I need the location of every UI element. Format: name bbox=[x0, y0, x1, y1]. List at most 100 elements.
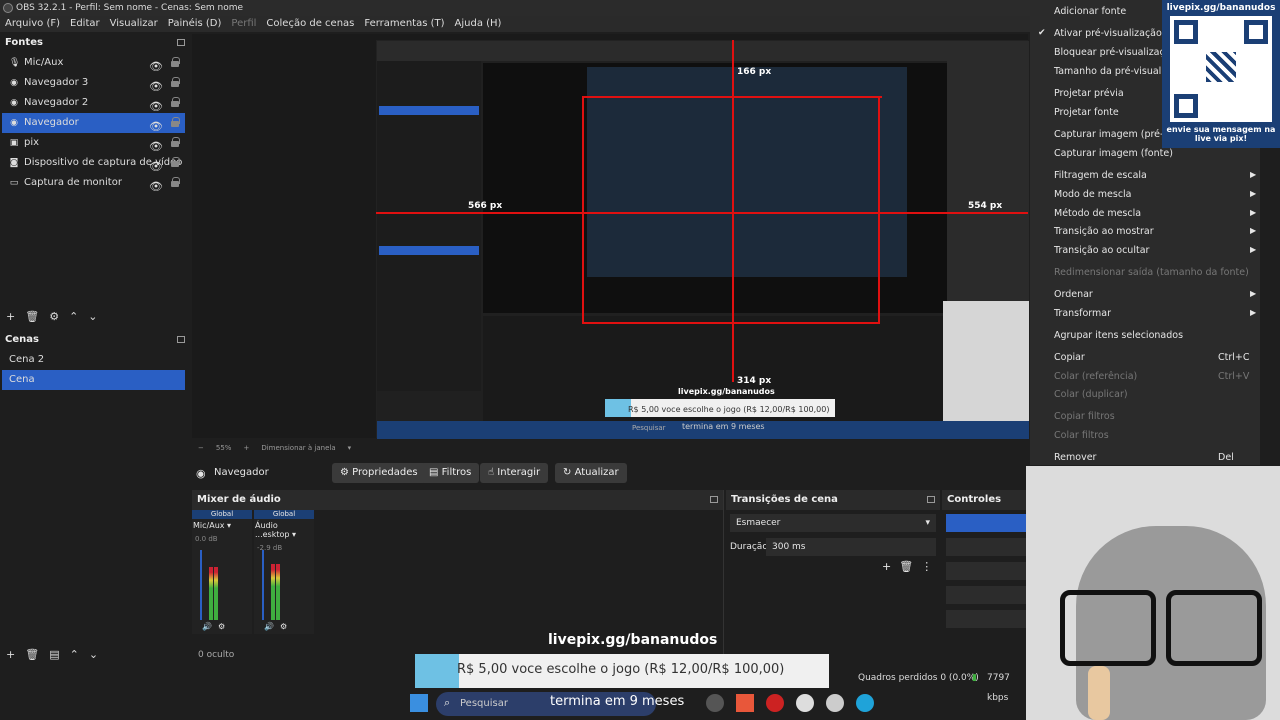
lock-icon[interactable] bbox=[171, 177, 180, 187]
px-label-top: 166 px bbox=[737, 67, 772, 77]
volume-slider[interactable] bbox=[262, 550, 264, 620]
menu-show-transition[interactable]: Transição ao mostrar ▶ bbox=[1054, 226, 1256, 237]
menu-edit[interactable]: Editar bbox=[65, 16, 105, 32]
menu-order[interactable]: Ordenar ▶ bbox=[1054, 289, 1256, 300]
remove-source-button[interactable]: 🗑 bbox=[25, 310, 39, 323]
scene-up-button[interactable]: ⌃ bbox=[70, 648, 79, 661]
menu-transform[interactable]: Transformar ▶ bbox=[1054, 308, 1256, 319]
hidden-count[interactable]: 0 oculto bbox=[198, 650, 234, 660]
undock-icon[interactable] bbox=[710, 496, 718, 503]
scene-filters-button[interactable]: ▤ bbox=[49, 648, 59, 661]
zoom-dropdown-icon[interactable]: ▾ bbox=[348, 444, 352, 456]
refresh-button[interactable]: ↻ Atualizar bbox=[555, 463, 627, 483]
source-item-mic-aux[interactable]: 🎙 Mic/Aux 👁 bbox=[2, 53, 185, 73]
app-icon[interactable] bbox=[766, 694, 784, 712]
scene-item-cena-2[interactable]: Cena 2 bbox=[2, 350, 185, 370]
menu-remove[interactable]: Remover bbox=[1054, 452, 1096, 463]
source-item-navegador[interactable]: ◉ Navegador 👁 bbox=[2, 113, 185, 133]
menu-scene-collection[interactable]: Coleção de cenas bbox=[261, 16, 359, 32]
channel-settings-icon[interactable]: ⚙ bbox=[218, 622, 225, 631]
mixer-channel-desktop: Global Áudio ...esktop ▾ -2.9 dB 🔊 ⚙ bbox=[254, 510, 314, 634]
lock-icon[interactable] bbox=[171, 117, 180, 127]
studio-mode-button[interactable] bbox=[946, 586, 1028, 604]
filters-button[interactable]: ▤ Filtros bbox=[421, 463, 480, 483]
start-streaming-button[interactable] bbox=[946, 514, 1028, 532]
remove-scene-button[interactable]: 🗑 bbox=[25, 648, 39, 661]
zoom-out-button[interactable]: − bbox=[198, 444, 204, 456]
menu-screenshot-source[interactable]: Capturar imagem (fonte) bbox=[1054, 148, 1173, 159]
channel-name[interactable]: Áudio ...esktop ▾ bbox=[254, 521, 314, 539]
undock-icon[interactable] bbox=[177, 39, 185, 46]
channel-tag: Global bbox=[192, 510, 252, 519]
menu-help[interactable]: Ajuda (H) bbox=[450, 16, 507, 32]
menu-group-selected[interactable]: Agrupar itens selecionados bbox=[1054, 330, 1183, 341]
menu-hide-transition[interactable]: Transição ao ocultar ▶ bbox=[1054, 245, 1256, 256]
source-item-pix[interactable]: ▣ pix 👁 bbox=[2, 133, 185, 153]
edge-icon[interactable] bbox=[856, 694, 874, 712]
menu-add-source[interactable]: Adicionar fonte bbox=[1054, 6, 1126, 17]
menu-copy[interactable]: Copiar bbox=[1054, 352, 1085, 363]
virtual-camera-button[interactable] bbox=[946, 562, 1028, 580]
lock-icon[interactable] bbox=[171, 137, 180, 147]
source-item-video-capture[interactable]: ◙ Dispositivo de captura de vídeo 👁 bbox=[2, 153, 185, 173]
undock-icon[interactable] bbox=[177, 336, 185, 343]
menu-blend-mode[interactable]: Modo de mescla ▶ bbox=[1054, 189, 1256, 200]
channel-name-label: Mic/Aux bbox=[193, 521, 225, 530]
menu-profile[interactable]: Perfil bbox=[226, 16, 261, 32]
menu-docks[interactable]: Painéis (D) bbox=[163, 16, 227, 32]
start-recording-button[interactable] bbox=[946, 538, 1028, 556]
channel-settings-icon[interactable]: ⚙ bbox=[280, 622, 287, 631]
volume-slider[interactable] bbox=[200, 550, 202, 620]
move-up-button[interactable]: ⌃ bbox=[69, 310, 78, 323]
shortcut-remove: Del bbox=[1218, 452, 1234, 463]
menu-enable-preview[interactable]: Ativar pré-visualização bbox=[1054, 28, 1162, 39]
duration-input[interactable]: 300 ms bbox=[766, 538, 936, 556]
menu-tools[interactable]: Ferramentas (T) bbox=[359, 16, 449, 32]
menu-view[interactable]: Visualizar bbox=[105, 16, 163, 32]
source-label: Navegador 2 bbox=[24, 97, 89, 108]
menu-scale-filtering[interactable]: Filtragem de escala ▶ bbox=[1054, 170, 1256, 181]
transition-menu-button[interactable]: ⋮ bbox=[921, 560, 932, 573]
scene-down-button[interactable]: ⌄ bbox=[89, 648, 98, 661]
add-source-button[interactable]: + bbox=[6, 310, 15, 323]
preview-canvas[interactable]: 566 px 554 px 314 px 166 px livepix.gg/b… bbox=[192, 34, 1029, 439]
properties-button[interactable]: ⚙ Propriedades bbox=[332, 463, 426, 483]
lock-icon[interactable] bbox=[171, 77, 180, 87]
windows-start-icon[interactable] bbox=[410, 694, 428, 712]
menu-project-source[interactable]: Projetar fonte bbox=[1054, 107, 1119, 118]
remove-transition-button[interactable]: 🗑 bbox=[899, 560, 913, 573]
transition-select[interactable]: Esmaecer ▾ bbox=[730, 514, 936, 532]
speaker-icon[interactable]: 🔊 bbox=[202, 622, 212, 631]
brave-icon[interactable] bbox=[736, 694, 754, 712]
source-item-navegador-3[interactable]: ◉ Navegador 3 👁 bbox=[2, 73, 185, 93]
source-item-navegador-2[interactable]: ◉ Navegador 2 👁 bbox=[2, 93, 185, 113]
speaker-icon[interactable]: 🔊 bbox=[264, 622, 274, 631]
move-down-button[interactable]: ⌄ bbox=[88, 310, 97, 323]
settings-button[interactable] bbox=[946, 610, 1028, 628]
app-icon[interactable] bbox=[796, 694, 814, 712]
menu-resize-output: Redimensionar saída (tamanho da fonte) bbox=[1054, 267, 1249, 278]
interact-button[interactable]: ☝ Interagir bbox=[480, 463, 549, 483]
lock-icon[interactable] bbox=[171, 157, 180, 167]
scenes-title: Cenas bbox=[5, 334, 39, 345]
guide-line-down bbox=[732, 322, 734, 382]
menu-file[interactable]: Arquivo (F) bbox=[0, 16, 65, 32]
menu-project-preview[interactable]: Projetar prévia bbox=[1054, 88, 1124, 99]
zoom-fit-label[interactable]: Dimensionar à janela bbox=[261, 444, 335, 456]
app-icon[interactable] bbox=[826, 694, 844, 712]
menu-lock-preview[interactable]: Bloquear pré-visualização bbox=[1054, 47, 1176, 58]
px-label-left: 566 px bbox=[468, 201, 503, 211]
lock-icon[interactable] bbox=[171, 57, 180, 67]
obs-taskbar-icon[interactable] bbox=[706, 694, 724, 712]
undock-icon[interactable] bbox=[927, 496, 935, 503]
eye-icon[interactable]: 👁 bbox=[149, 177, 163, 197]
add-transition-button[interactable]: + bbox=[882, 560, 891, 573]
source-item-monitor-capture[interactable]: ▭ Captura de monitor 👁 bbox=[2, 173, 185, 193]
channel-name[interactable]: Mic/Aux ▾ bbox=[192, 521, 252, 530]
lock-icon[interactable] bbox=[171, 97, 180, 107]
menu-blend-method[interactable]: Método de mescla ▶ bbox=[1054, 208, 1256, 219]
add-scene-button[interactable]: + bbox=[6, 648, 15, 661]
zoom-in-button[interactable]: + bbox=[243, 444, 249, 456]
source-properties-button[interactable]: ⚙ bbox=[49, 310, 59, 323]
scene-item-cena[interactable]: Cena bbox=[2, 370, 185, 390]
